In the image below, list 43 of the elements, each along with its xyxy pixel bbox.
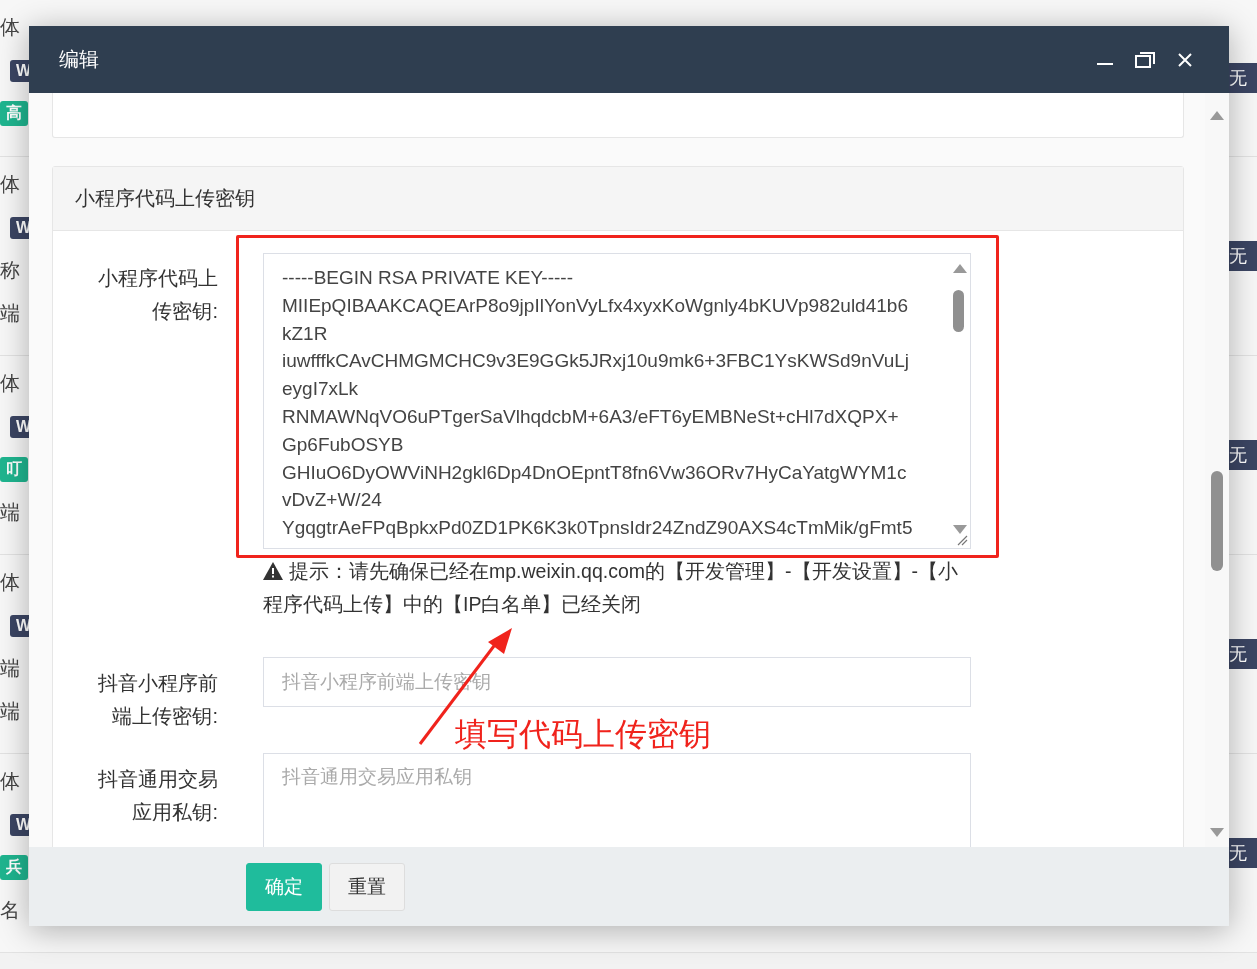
close-icon[interactable] <box>1178 52 1192 67</box>
hint-text: 提示：请先确保已经在mp.weixin.qq.com的【开发管理】-【开发设置】-【小程序代码上传】中的【IP白名单】已经关闭 <box>263 559 960 617</box>
resize-grip-icon[interactable] <box>956 534 968 546</box>
field-label: 体 <box>0 172 20 197</box>
field-label: 名 <box>0 898 20 923</box>
field-label: 端 <box>0 699 20 724</box>
field-label: 称 <box>0 258 20 283</box>
scroll-up-icon[interactable] <box>953 264 967 273</box>
tag-badge: 兵 <box>0 855 28 880</box>
key-text-line: -----BEGIN RSA PRIVATE KEY----- <box>282 266 573 290</box>
tag-badge: 叮 <box>0 457 28 482</box>
key-text-line: vDvZ+W/24 <box>282 488 382 513</box>
card-title: 小程序代码上传密钥 <box>53 167 1183 231</box>
field-label: 体 <box>0 371 20 396</box>
scroll-thumb[interactable] <box>1211 471 1223 571</box>
field-label: 端 <box>0 656 20 681</box>
key-text-line: iuwfffkCAvCHMGMCHC9v3E9GGk5JRxj10u9mk6+3FBC1YsKWSd9nVuLj <box>282 349 910 374</box>
annotation-text: 填写代码上传密钥 <box>455 715 711 754</box>
reset-button[interactable]: 重置 <box>329 862 405 911</box>
warning-icon <box>263 562 283 580</box>
key-text-line: eygI7xLk <box>282 377 359 402</box>
field-label: 体 <box>0 15 20 40</box>
field-label: 端 <box>0 301 20 326</box>
key-text-line: RNMAWNqVO6uPTgerSaVlhqdcbM+6A3/eFT6yEMBNeSt+cHl7dXQPX+ <box>282 405 899 429</box>
field-label: 小程序代码上传密钥: <box>97 266 218 324</box>
field-label: 抖音小程序前端上传密钥: <box>97 671 218 729</box>
field-label: 端 <box>0 500 20 525</box>
key-text-line: YgqgtrAeFPqBpkxPd0ZD1PK6K3k0TpnsIdr24ZndZ90AXS4cTmMik/gFmt5 <box>282 516 913 541</box>
maximize-icon[interactable] <box>1135 51 1155 68</box>
field-label: 抖音通用交易应用私钥: <box>97 767 218 825</box>
field-label: 体 <box>0 769 20 794</box>
scroll-down-icon[interactable] <box>953 525 967 534</box>
dialog-title: 编辑 <box>59 47 100 72</box>
textarea-field[interactable]: 抖音通用交易应用私钥 <box>263 753 971 847</box>
key-text-line: MIIEpQIBAAKCAQEArP8o9jpIlYonVyLfx4xyxKoWgnly4bKUVp982uld41b6 <box>282 293 908 318</box>
scroll-thumb[interactable] <box>953 290 964 332</box>
key-text-line: GHIuO6DyOWViNH2gkl6Dp4DnOEpntT8fn6Vw36ORv7HyCaYatgWYM1c <box>282 460 907 485</box>
key-text-line: kZ1R <box>282 321 328 346</box>
scroll-up-icon[interactable] <box>1210 111 1224 120</box>
key-text-line: Gp6FubOSYB <box>282 432 404 457</box>
field-label: 体 <box>0 570 20 595</box>
tag-badge: 高 <box>0 101 28 126</box>
scroll-down-icon[interactable] <box>1210 828 1224 837</box>
